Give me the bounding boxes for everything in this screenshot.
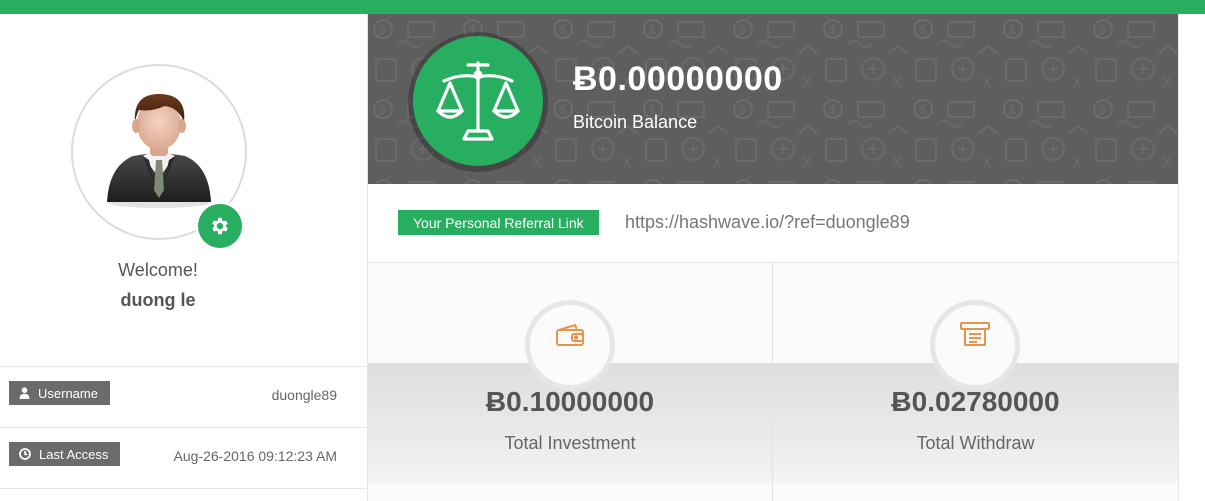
dashboard-panel: $ (368, 14, 1179, 501)
scales-icon (436, 61, 520, 141)
user-display-name: duong le (120, 290, 196, 310)
balance-hero: $ (368, 14, 1178, 184)
username-tag: Username (9, 381, 110, 405)
top-accent-bar (0, 0, 1205, 14)
last-access-label: Last Access (39, 446, 109, 462)
total-withdraw-label: Total Withdraw (916, 433, 1035, 453)
gear-icon (212, 217, 228, 235)
total-withdraw-card: Ƀ0.02780000 Total Withdraw (773, 263, 1178, 501)
total-withdraw-value: Ƀ0.02780000 (891, 386, 1060, 417)
withdraw-icon-ring (930, 300, 1020, 390)
referral-row: Your Personal Referral Link https://hash… (368, 184, 1178, 263)
profile-panel: Welcome! duong le Username duongle89 Las… (0, 14, 368, 501)
last-access-row: Last Access Aug-26-2016 09:12:23 AM (0, 427, 367, 489)
welcome-text: Welcome! (118, 260, 198, 280)
bitcoin-balance-label: Bitcoin Balance (573, 112, 698, 132)
last-access-tag: Last Access (9, 442, 121, 466)
referral-link-url[interactable]: https://hashwave.io/?ref=duongle89 (625, 212, 910, 233)
total-investment-card: Ƀ0.10000000 Total Investment (368, 263, 773, 501)
username-row: Username duongle89 (0, 366, 367, 427)
settings-gear-button[interactable] (198, 204, 242, 248)
total-investment-label: Total Investment (504, 433, 636, 453)
username-label: Username (38, 385, 98, 401)
balance-icon-badge (413, 36, 543, 166)
total-investment-value: Ƀ0.10000000 (485, 386, 655, 417)
user-icon (19, 387, 30, 399)
investment-icon-ring (525, 300, 615, 390)
clock-icon (19, 448, 31, 460)
last-access-value: Aug-26-2016 09:12:23 AM (173, 448, 337, 464)
referral-link-tag: Your Personal Referral Link (398, 210, 599, 235)
username-value: duongle89 (271, 387, 337, 403)
bitcoin-balance-value: Ƀ0.00000000 (573, 60, 783, 98)
avatar-businessman-icon (107, 94, 211, 208)
wallet-icon (556, 324, 584, 346)
atm-icon (960, 322, 990, 346)
